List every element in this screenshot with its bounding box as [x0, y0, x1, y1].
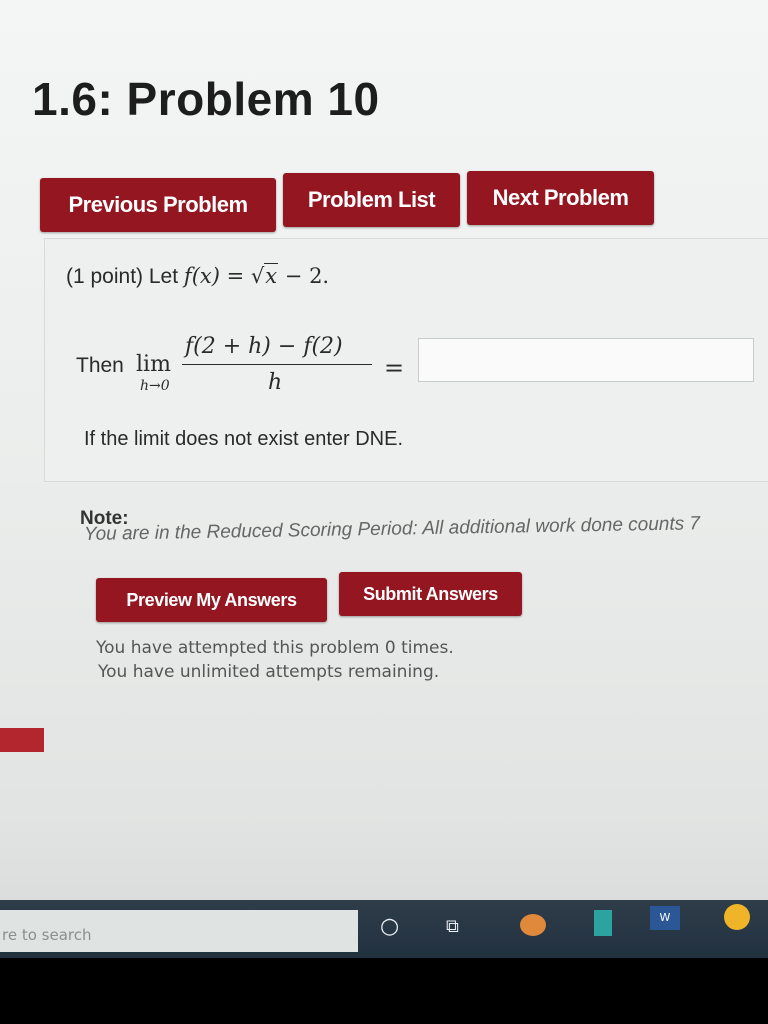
previous-problem-button[interactable]: Previous Problem — [40, 178, 276, 232]
attempts-remaining: You have unlimited attempts remaining. — [98, 662, 440, 682]
answer-input[interactable] — [418, 338, 754, 382]
problem-list-button[interactable]: Problem List — [283, 173, 460, 227]
task-view-icon[interactable]: ⧉ — [446, 916, 459, 937]
page-title: 1.6: Problem 10 — [32, 73, 380, 125]
then-label: Then — [76, 354, 124, 377]
submit-answers-button[interactable]: Submit Answers — [339, 572, 522, 616]
problem-statement: (1 point) Let f(x) = √x − 2. — [66, 263, 329, 289]
reduced-scoring-note: You are in the Reduced Scoring Period: A… — [83, 513, 701, 545]
taskbar-search-placeholder: re to search — [2, 926, 92, 944]
fraction-numerator: f(2 + h) − f(2) — [185, 334, 343, 359]
equals-sign: = — [384, 354, 405, 382]
limit-operator: lim — [136, 352, 171, 377]
sqrt-symbol: √ — [250, 264, 265, 288]
function-definition: f(x) = √x − 2. — [184, 263, 329, 288]
minus-two: − 2. — [278, 264, 330, 288]
sqrt-radicand: x — [264, 263, 279, 288]
preview-answers-button[interactable]: Preview My Answers — [96, 578, 327, 622]
attempts-count: You have attempted this problem 0 times. — [96, 638, 454, 658]
cortana-icon[interactable]: ○ — [380, 914, 399, 939]
store-icon[interactable] — [594, 910, 612, 936]
chrome-icon[interactable] — [724, 904, 750, 930]
function-lhs: f(x) = — [183, 264, 245, 288]
browser-viewport: 1.6: Problem 10 Previous Problem Problem… — [0, 0, 768, 958]
sidebar-tab[interactable] — [0, 728, 44, 752]
next-problem-button[interactable]: Next Problem — [467, 171, 654, 225]
app-icon[interactable] — [520, 914, 546, 936]
dne-hint: If the limit does not exist enter DNE. — [84, 428, 404, 450]
limit-subscript: h→0 — [140, 378, 170, 394]
word-icon[interactable]: W — [650, 906, 680, 930]
fraction-denominator: h — [268, 370, 283, 395]
fraction-bar — [182, 364, 372, 365]
points-label: (1 point) Let — [66, 265, 179, 288]
